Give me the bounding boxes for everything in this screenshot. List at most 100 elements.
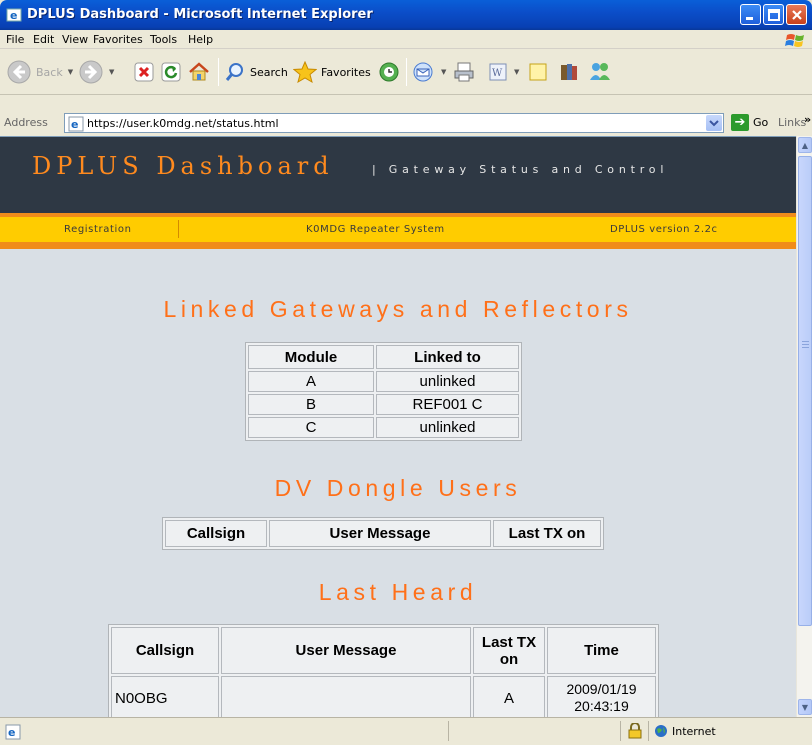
favorites-button[interactable]: Favorites <box>293 57 371 87</box>
stop-icon <box>134 62 154 82</box>
nav-system-name: K0MDG Repeater System <box>306 224 445 235</box>
dashboard-title: DPLUS Dashboard <box>32 152 334 180</box>
ie-page-icon: e <box>6 8 22 22</box>
printer-icon <box>454 62 474 82</box>
nav-version: DPLUS version 2.2c <box>610 224 718 235</box>
last-tx-cell: A <box>473 676 545 717</box>
column-header: User Message <box>221 627 471 674</box>
scroll-down-button[interactable]: ▼ <box>798 699 812 715</box>
history-button[interactable] <box>378 57 400 87</box>
maximize-button[interactable] <box>763 4 784 25</box>
address-bar: Address e https://user.k0mdg.net/status.… <box>0 110 812 136</box>
nav-bar: Registration K0MDG Repeater System DPLUS… <box>0 217 796 242</box>
chevron-down-icon: ▼ <box>109 68 115 76</box>
address-input[interactable]: e https://user.k0mdg.net/status.html <box>64 113 724 133</box>
column-header: Time <box>547 627 656 674</box>
dongle-users-table: Callsign User Message Last TX on <box>162 517 604 550</box>
nav-separator <box>178 220 179 238</box>
menu-view[interactable]: View <box>62 33 88 46</box>
edit-button[interactable]: W ▼ <box>487 57 519 87</box>
nav-strip: Registration K0MDG Repeater System DPLUS… <box>0 213 796 249</box>
column-header: Callsign <box>111 627 219 674</box>
linked-to-cell: unlinked <box>376 417 519 438</box>
window-title-bar: e DPLUS Dashboard - Microsoft Internet E… <box>0 0 812 30</box>
table-row: C unlinked <box>248 417 519 438</box>
close-button[interactable] <box>786 4 807 25</box>
status-separator <box>648 721 649 741</box>
page-viewport: DPLUS Dashboard | Gateway Status and Con… <box>0 136 796 717</box>
user-message-cell <box>221 676 471 717</box>
address-dropdown-button[interactable] <box>706 115 722 131</box>
window-title: DPLUS Dashboard - Microsoft Internet Exp… <box>27 7 373 22</box>
search-button[interactable]: Search <box>224 57 288 87</box>
dashboard-banner: DPLUS Dashboard | Gateway Status and Con… <box>0 137 796 213</box>
lock-icon[interactable] <box>628 723 642 739</box>
nav-registration-link[interactable]: Registration <box>64 224 132 235</box>
last-heard-table: Callsign User Message Last TX on Time N0… <box>108 624 659 717</box>
back-arrow-icon <box>7 60 31 84</box>
ie-page-icon: e <box>68 116 84 132</box>
home-button[interactable] <box>188 57 210 87</box>
forward-arrow-icon <box>79 60 103 84</box>
last-heard-heading: Last Heard <box>318 579 478 605</box>
star-icon <box>293 61 317 83</box>
scroll-up-button[interactable]: ▲ <box>798 137 812 153</box>
menu-file[interactable]: File <box>6 33 24 46</box>
svg-text:W: W <box>492 68 503 79</box>
linked-gateways-table: Module Linked to A unlinked B REF001 C C… <box>245 342 522 441</box>
back-button[interactable]: Back ▼ <box>6 57 73 87</box>
print-button[interactable] <box>453 57 475 87</box>
go-arrow-icon: ➔ <box>731 114 749 131</box>
chevron-down-icon: ▼ <box>514 68 520 76</box>
discuss-button[interactable] <box>527 57 549 87</box>
column-header: Last TX on <box>473 627 545 674</box>
minimize-icon <box>746 17 753 20</box>
forward-button[interactable]: ▼ <box>78 57 114 87</box>
linked-gateways-heading: Linked Gateways and Reflectors <box>163 296 633 322</box>
menu-help[interactable]: Help <box>188 33 213 46</box>
scroll-grip <box>802 341 809 342</box>
column-header: Module <box>248 345 374 369</box>
status-separator <box>448 721 449 741</box>
table-row: B REF001 C <box>248 394 519 415</box>
dashboard-subtitle: | Gateway Status and Control <box>372 163 669 176</box>
chevron-down-icon: ▼ <box>67 68 74 76</box>
address-label: Address <box>4 116 48 129</box>
status-bar: e Internet <box>0 717 812 745</box>
scroll-grip <box>802 344 809 345</box>
vertical-scrollbar[interactable]: ▲ ▼ <box>796 136 812 717</box>
messenger-button[interactable] <box>588 57 612 87</box>
toolbar-separator <box>406 58 407 86</box>
home-icon <box>189 62 209 81</box>
research-button[interactable] <box>558 57 580 87</box>
ie-page-icon: e <box>5 724 21 740</box>
menu-tools[interactable]: Tools <box>150 33 177 46</box>
go-button[interactable]: ➔ Go <box>731 114 768 131</box>
svg-text:e: e <box>8 726 15 739</box>
chevron-down-icon <box>709 120 719 127</box>
refresh-button[interactable] <box>161 57 181 87</box>
links-label[interactable]: Links <box>778 116 806 129</box>
module-cell: C <box>248 417 374 438</box>
address-url: https://user.k0mdg.net/status.html <box>87 117 279 130</box>
menu-favorites[interactable]: Favorites <box>93 33 143 46</box>
minimize-button[interactable] <box>740 4 761 25</box>
close-icon <box>792 10 802 20</box>
note-icon <box>529 63 547 81</box>
scroll-thumb[interactable] <box>798 156 812 626</box>
column-header: Last TX on <box>493 520 601 547</box>
chevron-right-icon[interactable]: » <box>804 113 811 126</box>
svg-text:e: e <box>10 9 17 22</box>
search-icon <box>225 63 243 81</box>
column-header: Linked to <box>376 345 519 369</box>
column-header: Callsign <box>165 520 267 547</box>
stop-button[interactable] <box>134 57 154 87</box>
time-value: 20:43:19 <box>574 698 629 714</box>
menu-edit[interactable]: Edit <box>33 33 54 46</box>
table-header-row: Callsign User Message Last TX on Time <box>111 627 656 674</box>
refresh-icon <box>161 62 181 82</box>
svg-text:e: e <box>71 118 78 131</box>
windows-flag-icon <box>785 34 804 47</box>
mail-button[interactable]: ▼ <box>412 57 446 87</box>
table-row: N0OBG A 2009/01/19 20:43:19 <box>111 676 656 717</box>
